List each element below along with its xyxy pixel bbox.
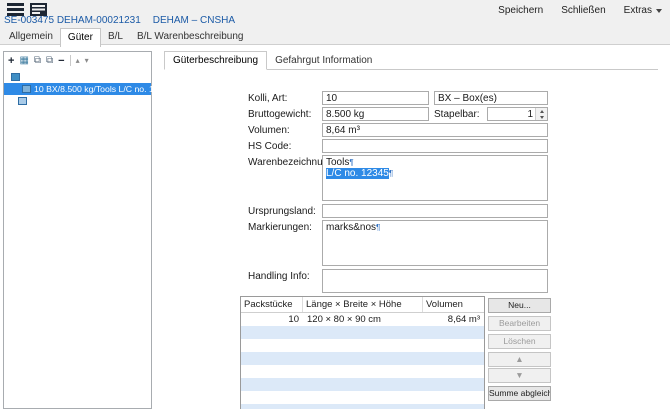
volumen-input[interactable] xyxy=(322,123,548,137)
goods-tree-panel: + ▦ ⧉ ⧉ − ▴ ▾ 10 BX/8.500 kg/Tools L/C n… xyxy=(3,51,152,409)
shipment-reference: SE-003475 DEHAM-00021231 xyxy=(4,15,141,26)
document-title: SE-003475 DEHAM-00021231 DEHAM – CNSHA xyxy=(4,15,235,26)
close-button-label: Schließen xyxy=(561,5,605,16)
kolli-art-label: Kolli, Art: xyxy=(248,93,322,104)
tab-gefahrgut-information[interactable]: Gefahrgut Information xyxy=(267,52,380,69)
route-label: DEHAM – CNSHA xyxy=(153,15,235,26)
add-multiple-icon[interactable]: ▦ xyxy=(19,54,28,68)
handling-info-textarea[interactable] xyxy=(322,269,548,293)
save-button-label: Speichern xyxy=(498,5,543,16)
goods-form: Kolli, Art: Bruttogewicht: Stapelbar: 1 … xyxy=(160,81,670,409)
tree-item-selected[interactable]: 10 BX/8.500 kg/Tools L/C no. 12345 xyxy=(4,83,151,95)
packstueck-table: Packstücke Länge × Breite × Höhe Volumen… xyxy=(240,296,485,409)
column-header-volumen[interactable]: Volumen xyxy=(423,297,484,312)
column-header-dimensions[interactable]: Länge × Breite × Höhe xyxy=(303,297,423,312)
table-empty-row xyxy=(241,365,484,378)
markierungen-label: Markierungen: xyxy=(248,222,322,233)
hs-code-input[interactable] xyxy=(322,139,548,153)
stapelbar-stepper[interactable]: 1 xyxy=(487,107,548,121)
kolli-count-input[interactable] xyxy=(322,91,429,105)
column-header-packstuecke[interactable]: Packstücke xyxy=(241,297,303,312)
cell-dimensions: 120 × 80 × 90 cm xyxy=(303,313,423,326)
warenbezeichnung-selected-text: L/C no. 12345 xyxy=(326,168,389,179)
tree-item-label: 10 BX/8.500 kg/Tools L/C no. 12345 xyxy=(34,84,173,94)
table-header-row: Packstücke Länge × Breite × Höhe Volumen xyxy=(241,297,484,313)
warenbezeichnung-label: Warenbezeichnung: xyxy=(248,157,322,168)
ursprungsland-label: Ursprungsland: xyxy=(248,206,322,217)
table-empty-row xyxy=(241,326,484,339)
markierungen-text: marks&nos xyxy=(326,222,376,233)
package-icon xyxy=(18,97,27,105)
hs-code-label: HS Code: xyxy=(248,141,322,152)
tab-allgemein[interactable]: Allgemein xyxy=(2,28,60,46)
sum-reconcile-button[interactable]: Summe abgleichen xyxy=(488,386,551,401)
pilcrow-icon: ¶ xyxy=(389,169,393,178)
kolli-type-combobox[interactable] xyxy=(434,91,548,105)
extras-menu-button[interactable]: Extras xyxy=(624,5,662,16)
tree-root-node[interactable] xyxy=(4,71,151,83)
stapelbar-value: 1 xyxy=(527,109,533,120)
chevron-down-icon xyxy=(656,9,662,13)
tab-gueter[interactable]: Güter xyxy=(60,28,101,47)
delete-button[interactable]: Löschen xyxy=(488,334,551,349)
cell-volumen: 8,64 m³ xyxy=(423,313,484,326)
stapelbar-label: Stapelbar: xyxy=(434,109,486,120)
tab-gueterbeschreibung[interactable]: Güterbeschreibung xyxy=(164,51,267,70)
pilcrow-icon: ¶ xyxy=(349,158,353,167)
application-window: Speichern Schließen Extras SE-003475 DEH… xyxy=(0,0,670,409)
cell-packstuecke: 10 xyxy=(241,313,303,326)
table-row[interactable]: 10 120 × 80 × 90 cm 8,64 m³ xyxy=(241,313,484,326)
table-empty-row xyxy=(241,339,484,352)
markierungen-textarea[interactable]: marks&nos¶ xyxy=(322,220,548,266)
tab-bl[interactable]: B/L xyxy=(101,28,130,46)
toolbar-divider xyxy=(70,55,71,66)
content-area: + ▦ ⧉ ⧉ − ▴ ▾ 10 BX/8.500 kg/Tools L/C n… xyxy=(0,44,670,409)
copy-icon[interactable]: ⧉ xyxy=(34,54,41,68)
close-button[interactable]: Schließen xyxy=(561,5,605,16)
new-button[interactable]: Neu... xyxy=(488,298,551,313)
table-empty-row xyxy=(241,391,484,404)
container-icon xyxy=(11,73,20,81)
main-tab-bar: Allgemein Güter B/L B/L Warenbeschreibun… xyxy=(2,28,251,46)
detail-tab-bar: Güterbeschreibung Gefahrgut Information xyxy=(164,51,658,70)
table-empty-row xyxy=(241,378,484,391)
add-item-icon[interactable]: + xyxy=(8,54,14,68)
bruttogewicht-label: Bruttogewicht: xyxy=(248,109,322,120)
warenbezeichnung-textarea[interactable]: Tools¶ L/C no. 12345¶ xyxy=(322,155,548,201)
remove-item-icon[interactable]: − xyxy=(58,54,64,68)
row-down-button[interactable]: ▼ xyxy=(488,368,551,383)
detail-panel: Güterbeschreibung Gefahrgut Information … xyxy=(160,45,670,409)
table-empty-row xyxy=(241,352,484,365)
move-down-icon[interactable]: ▾ xyxy=(85,54,89,68)
bruttogewicht-input[interactable] xyxy=(322,107,429,121)
edit-button[interactable]: Bearbeiten xyxy=(488,316,551,331)
row-up-button[interactable]: ▲ xyxy=(488,352,551,367)
tree-child-node[interactable] xyxy=(4,95,151,107)
tab-bl-warenbeschreibung[interactable]: B/L Warenbeschreibung xyxy=(130,28,251,46)
goods-tree: 10 BX/8.500 kg/Tools L/C no. 12345 xyxy=(4,71,151,107)
move-up-icon[interactable]: ▴ xyxy=(76,54,80,68)
stepper-down-icon[interactable] xyxy=(536,114,547,120)
paste-icon[interactable]: ⧉ xyxy=(46,54,53,68)
ursprungsland-input[interactable] xyxy=(322,204,548,218)
extras-menu-label: Extras xyxy=(624,5,652,16)
handling-info-label: Handling Info: xyxy=(248,271,322,282)
volumen-label: Volumen: xyxy=(248,125,322,136)
warenbezeichnung-line1: Tools xyxy=(326,157,349,168)
tree-toolbar: + ▦ ⧉ ⧉ − ▴ ▾ xyxy=(4,52,151,69)
pilcrow-icon: ¶ xyxy=(376,223,380,232)
save-button[interactable]: Speichern xyxy=(498,5,543,16)
table-empty-row xyxy=(241,404,484,409)
package-icon xyxy=(22,85,31,93)
